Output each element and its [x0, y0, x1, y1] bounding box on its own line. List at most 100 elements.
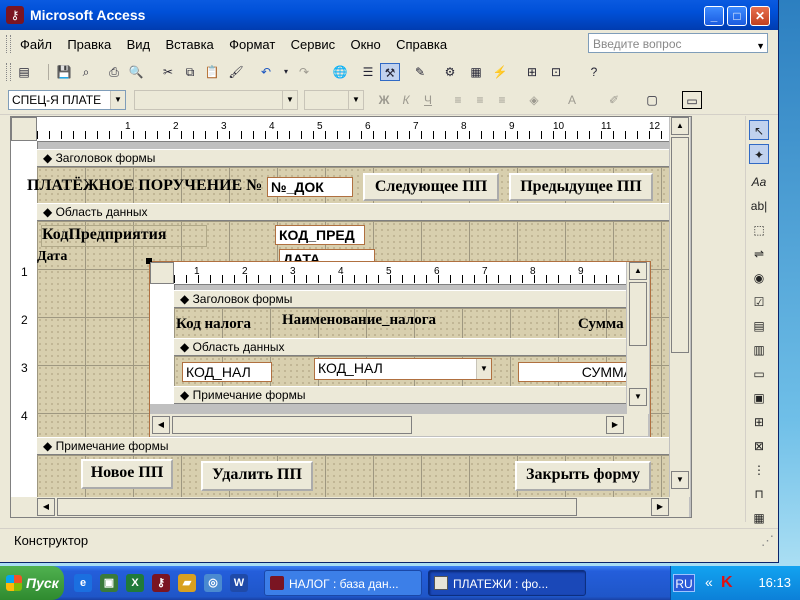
- scroll-right-icon[interactable]: ▶: [651, 498, 669, 516]
- excel-icon[interactable]: X: [126, 574, 144, 592]
- date-label[interactable]: Дата: [37, 249, 67, 265]
- scroll-up-icon[interactable]: ▲: [671, 117, 689, 135]
- enterprise-code-label[interactable]: КодПредприятия: [41, 225, 207, 247]
- checkbox-icon[interactable]: ☑: [749, 292, 769, 312]
- subform-icon[interactable]: ▦: [749, 508, 769, 528]
- special-effect-icon[interactable]: ▭: [682, 91, 702, 109]
- next-payment-button[interactable]: Следующее ПП: [363, 173, 499, 201]
- menu-edit[interactable]: Правка: [61, 37, 117, 52]
- maximize-button[interactable]: □: [727, 6, 747, 26]
- scroll-left-icon[interactable]: ◀: [37, 498, 55, 516]
- menu-window[interactable]: Окно: [345, 37, 387, 52]
- menu-tools[interactable]: Сервис: [285, 37, 342, 52]
- menu-help[interactable]: Справка: [390, 37, 453, 52]
- tray-expand-button[interactable]: «: [705, 574, 713, 590]
- internet-explorer-icon[interactable]: e: [74, 574, 92, 592]
- select-objects-icon[interactable]: ↖: [749, 120, 769, 140]
- undo-icon[interactable]: ↶: [256, 63, 276, 81]
- taskbar-item-nalog-db[interactable]: НАЛОГ : база дан...: [264, 570, 422, 596]
- new-object-icon[interactable]: ⊡: [546, 63, 566, 81]
- taskbar-item-payments-form[interactable]: ПЛАТЕЖИ : фо...: [428, 570, 586, 596]
- tax-name-column-label[interactable]: Наименование_налога: [282, 312, 436, 329]
- autoformat-icon[interactable]: ✎: [410, 63, 430, 81]
- subform-selector[interactable]: [150, 262, 174, 284]
- language-indicator[interactable]: RU: [673, 574, 695, 592]
- form-header-band[interactable]: ◆ Заголовок формы: [37, 149, 669, 167]
- field-list-icon[interactable]: ☰: [358, 63, 378, 81]
- subform-header-band[interactable]: ◆ Заголовок формы: [174, 290, 626, 308]
- toolbox-icon[interactable]: ⚒: [380, 63, 400, 81]
- folder-icon[interactable]: ▰: [178, 574, 196, 592]
- scroll-down-icon[interactable]: ▼: [671, 471, 689, 489]
- help-icon[interactable]: ?: [584, 63, 604, 81]
- page-break-icon[interactable]: ⋮: [749, 460, 769, 480]
- antivirus-icon[interactable]: K: [721, 574, 737, 592]
- combo-box-icon[interactable]: ▤: [749, 316, 769, 336]
- tax-code-column-label[interactable]: Код налога: [176, 316, 251, 333]
- ask-question-input[interactable]: Введите вопрос ▼: [588, 33, 768, 53]
- label-tool-icon[interactable]: Aa: [749, 172, 769, 192]
- form-footer-section[interactable]: Новое ПП Удалить ПП Закрыть форму: [37, 455, 669, 497]
- doc-number-field[interactable]: №_ДОК: [267, 177, 353, 197]
- detail-section[interactable]: КодПредприятия КОД_ПРЕД Дата ДАТА 1 2 3 …: [37, 221, 669, 439]
- close-form-button[interactable]: Закрыть форму: [515, 461, 651, 491]
- tax-subform[interactable]: 1 2 3 4 5 6 7 8 9 ◆ Заголовок формы Код …: [146, 258, 651, 439]
- scroll-up-icon[interactable]: ▲: [629, 262, 647, 280]
- close-window-button[interactable]: ✕: [750, 6, 770, 26]
- scroll-down-icon[interactable]: ▼: [629, 388, 647, 406]
- scroll-thumb[interactable]: [172, 416, 412, 434]
- delete-payment-button[interactable]: Удалить ПП: [201, 461, 313, 491]
- menu-file[interactable]: Файл: [14, 37, 58, 52]
- chevron-down-icon[interactable]: ▼: [110, 91, 125, 109]
- format-painter-icon[interactable]: 🖌: [226, 63, 246, 81]
- menu-insert[interactable]: Вставка: [159, 37, 219, 52]
- command-button-icon[interactable]: ▭: [749, 364, 769, 384]
- scroll-thumb[interactable]: [57, 498, 577, 516]
- scroll-right-icon[interactable]: ▶: [606, 416, 624, 434]
- cut-icon[interactable]: ✂: [158, 63, 178, 81]
- properties-icon[interactable]: ▦: [466, 63, 486, 81]
- form-vertical-scrollbar[interactable]: ▲ ▼: [669, 117, 690, 497]
- save-icon[interactable]: 💾: [54, 63, 74, 81]
- sum-field[interactable]: СУММА: [518, 362, 626, 382]
- minimize-button[interactable]: _: [704, 6, 724, 26]
- chevron-down-icon[interactable]: ▼: [756, 36, 765, 56]
- option-group-icon[interactable]: ⬚: [749, 220, 769, 240]
- title-bar[interactable]: ⚷ Microsoft Access _ □ ✕: [0, 0, 778, 30]
- subform-footer-band[interactable]: ◆ Примечание формы: [174, 386, 626, 404]
- option-button-icon[interactable]: ◉: [749, 268, 769, 288]
- scroll-thumb[interactable]: [671, 137, 689, 353]
- subform-detail-band[interactable]: ◆ Область данных: [174, 338, 626, 356]
- print-icon[interactable]: ⎙: [104, 63, 124, 81]
- detail-band[interactable]: ◆ Область данных: [37, 203, 669, 221]
- clock[interactable]: 16:13: [758, 575, 791, 590]
- search-file-icon[interactable]: ⌕: [76, 63, 96, 81]
- code-icon[interactable]: ⚙: [440, 63, 460, 81]
- start-button[interactable]: Пуск: [0, 566, 64, 600]
- tax-code-combo[interactable]: КОД_НАЛ ▼: [314, 358, 492, 380]
- hyperlink-icon[interactable]: 🌐: [330, 63, 350, 81]
- subform-header-section[interactable]: Код налога Наименование_налога Сумма: [174, 308, 626, 338]
- bound-object-icon[interactable]: ⊠: [749, 436, 769, 456]
- form-header-section[interactable]: ПЛАТЁЖНОЕ ПОРУЧЕНИЕ № №_ДОК Следующее ПП…: [27, 167, 669, 203]
- scroll-thumb[interactable]: [629, 282, 647, 346]
- paste-icon[interactable]: 📋: [202, 63, 222, 81]
- database-window-icon[interactable]: ⊞: [522, 63, 542, 81]
- resize-grip-icon[interactable]: ⋰: [761, 529, 774, 553]
- object-selector[interactable]: СПЕЦ-Я ПЛАТЕ ▼: [8, 90, 126, 110]
- tax-code-field[interactable]: КОД_НАЛ: [182, 362, 272, 382]
- toggle-button-icon[interactable]: ⇌: [749, 244, 769, 264]
- toolbar-grip-handle[interactable]: [6, 63, 11, 81]
- list-box-icon[interactable]: ▥: [749, 340, 769, 360]
- menu-format[interactable]: Формат: [223, 37, 281, 52]
- print-preview-icon[interactable]: 🔍: [126, 63, 146, 81]
- outlook-icon[interactable]: ◎: [204, 574, 222, 592]
- tab-control-icon[interactable]: ⊓: [749, 484, 769, 504]
- view-icon[interactable]: ▤: [14, 63, 34, 81]
- new-payment-button[interactable]: Новое ПП: [81, 459, 173, 489]
- menu-view[interactable]: Вид: [121, 37, 157, 52]
- prev-payment-button[interactable]: Предыдущее ПП: [509, 173, 653, 201]
- border-width-icon[interactable]: ▢: [642, 91, 662, 109]
- form-footer-band[interactable]: ◆ Примечание формы: [37, 437, 669, 455]
- scroll-left-icon[interactable]: ◀: [152, 416, 170, 434]
